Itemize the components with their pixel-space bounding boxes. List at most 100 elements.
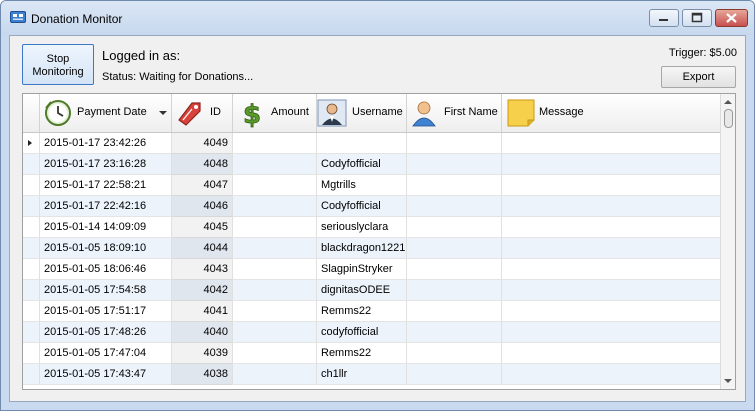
- column-header-amount[interactable]: $ Amount: [233, 94, 317, 132]
- cell-message[interactable]: [502, 322, 720, 343]
- cell-amount[interactable]: [233, 364, 317, 385]
- row-indicator-cell[interactable]: [23, 154, 40, 175]
- row-indicator-cell[interactable]: [23, 343, 40, 364]
- cell-payment-date[interactable]: 2015-01-17 23:16:28: [40, 154, 172, 175]
- column-header-message[interactable]: Message: [502, 94, 720, 132]
- cell-amount[interactable]: [233, 175, 317, 196]
- table-row[interactable]: 2015-01-05 17:48:26 4040 codyfofficial: [23, 322, 720, 343]
- cell-first-name[interactable]: [407, 259, 502, 280]
- cell-payment-date[interactable]: 2015-01-05 17:54:58: [40, 280, 172, 301]
- cell-id[interactable]: 4044: [172, 238, 233, 259]
- cell-id[interactable]: 4043: [172, 259, 233, 280]
- cell-message[interactable]: [502, 259, 720, 280]
- minimize-button[interactable]: [649, 9, 679, 27]
- table-row[interactable]: 2015-01-17 23:42:26 4049: [23, 133, 720, 154]
- table-row[interactable]: 2015-01-05 18:09:10 4044 blackdragon1221: [23, 238, 720, 259]
- cell-first-name[interactable]: [407, 196, 502, 217]
- export-button[interactable]: Export: [661, 66, 736, 88]
- cell-first-name[interactable]: [407, 154, 502, 175]
- cell-amount[interactable]: [233, 301, 317, 322]
- cell-payment-date[interactable]: 2015-01-05 17:47:04: [40, 343, 172, 364]
- row-indicator-cell[interactable]: [23, 280, 40, 301]
- cell-amount[interactable]: [233, 322, 317, 343]
- column-header-username[interactable]: Username: [317, 94, 407, 132]
- table-row[interactable]: 2015-01-05 17:43:47 4038 ch1llr: [23, 364, 720, 385]
- cell-amount[interactable]: [233, 259, 317, 280]
- cell-payment-date[interactable]: 2015-01-17 23:42:26: [40, 133, 172, 154]
- cell-username[interactable]: [317, 133, 407, 154]
- cell-first-name[interactable]: [407, 343, 502, 364]
- cell-first-name[interactable]: [407, 175, 502, 196]
- row-indicator-cell[interactable]: [23, 259, 40, 280]
- cell-id[interactable]: 4041: [172, 301, 233, 322]
- cell-payment-date[interactable]: 2015-01-05 18:09:10: [40, 238, 172, 259]
- table-row[interactable]: 2015-01-14 14:09:09 4045 seriouslyclara: [23, 217, 720, 238]
- cell-message[interactable]: [502, 196, 720, 217]
- table-row[interactable]: 2015-01-17 22:58:21 4047 Mgtrills: [23, 175, 720, 196]
- cell-message[interactable]: [502, 133, 720, 154]
- stop-monitoring-button[interactable]: Stop Monitoring: [22, 44, 94, 85]
- cell-username[interactable]: seriouslyclara: [317, 217, 407, 238]
- cell-message[interactable]: [502, 175, 720, 196]
- table-row[interactable]: 2015-01-17 23:16:28 4048 Codyfofficial: [23, 154, 720, 175]
- cell-id[interactable]: 4049: [172, 133, 233, 154]
- row-indicator-cell[interactable]: [23, 364, 40, 385]
- scroll-up-icon[interactable]: [724, 100, 732, 104]
- column-header-id[interactable]: ID: [172, 94, 233, 132]
- cell-first-name[interactable]: [407, 301, 502, 322]
- scroll-thumb[interactable]: [724, 109, 733, 128]
- row-indicator-cell[interactable]: [23, 217, 40, 238]
- maximize-button[interactable]: [682, 9, 712, 27]
- cell-message[interactable]: [502, 154, 720, 175]
- cell-payment-date[interactable]: 2015-01-05 17:51:17: [40, 301, 172, 322]
- cell-id[interactable]: 4048: [172, 154, 233, 175]
- cell-username[interactable]: dignitasODEE: [317, 280, 407, 301]
- column-header-payment-date[interactable]: Payment Date: [40, 94, 172, 132]
- cell-payment-date[interactable]: 2015-01-05 18:06:46: [40, 259, 172, 280]
- cell-first-name[interactable]: [407, 238, 502, 259]
- cell-username[interactable]: Remms22: [317, 301, 407, 322]
- cell-username[interactable]: ch1llr: [317, 364, 407, 385]
- table-row[interactable]: 2015-01-05 17:51:17 4041 Remms22: [23, 301, 720, 322]
- cell-payment-date[interactable]: 2015-01-17 22:58:21: [40, 175, 172, 196]
- cell-message[interactable]: [502, 343, 720, 364]
- cell-id[interactable]: 4042: [172, 280, 233, 301]
- cell-first-name[interactable]: [407, 322, 502, 343]
- cell-payment-date[interactable]: 2015-01-14 14:09:09: [40, 217, 172, 238]
- cell-message[interactable]: [502, 301, 720, 322]
- column-header-first-name[interactable]: First Name: [407, 94, 502, 132]
- cell-amount[interactable]: [233, 133, 317, 154]
- cell-amount[interactable]: [233, 196, 317, 217]
- cell-username[interactable]: Codyfofficial: [317, 196, 407, 217]
- cell-payment-date[interactable]: 2015-01-05 17:48:26: [40, 322, 172, 343]
- table-row[interactable]: 2015-01-05 18:06:46 4043 SlagpinStryker: [23, 259, 720, 280]
- cell-first-name[interactable]: [407, 217, 502, 238]
- table-row[interactable]: 2015-01-05 17:47:04 4039 Remms22: [23, 343, 720, 364]
- scroll-down-icon[interactable]: [724, 379, 732, 383]
- cell-message[interactable]: [502, 364, 720, 385]
- cell-first-name[interactable]: [407, 280, 502, 301]
- cell-first-name[interactable]: [407, 364, 502, 385]
- cell-payment-date[interactable]: 2015-01-05 17:43:47: [40, 364, 172, 385]
- cell-id[interactable]: 4040: [172, 322, 233, 343]
- cell-id[interactable]: 4038: [172, 364, 233, 385]
- close-button[interactable]: [715, 9, 748, 27]
- cell-message[interactable]: [502, 238, 720, 259]
- table-row[interactable]: 2015-01-17 22:42:16 4046 Codyfofficial: [23, 196, 720, 217]
- cell-username[interactable]: Mgtrills: [317, 175, 407, 196]
- row-indicator-cell[interactable]: [23, 175, 40, 196]
- row-indicator-cell[interactable]: [23, 322, 40, 343]
- table-row[interactable]: 2015-01-05 17:54:58 4042 dignitasODEE: [23, 280, 720, 301]
- cell-username[interactable]: blackdragon1221: [317, 238, 407, 259]
- cell-amount[interactable]: [233, 217, 317, 238]
- cell-id[interactable]: 4047: [172, 175, 233, 196]
- cell-amount[interactable]: [233, 343, 317, 364]
- cell-id[interactable]: 4039: [172, 343, 233, 364]
- cell-id[interactable]: 4046: [172, 196, 233, 217]
- cell-username[interactable]: codyfofficial: [317, 322, 407, 343]
- cell-username[interactable]: Codyfofficial: [317, 154, 407, 175]
- row-indicator-cell[interactable]: [23, 238, 40, 259]
- cell-message[interactable]: [502, 280, 720, 301]
- cell-amount[interactable]: [233, 280, 317, 301]
- cell-amount[interactable]: [233, 238, 317, 259]
